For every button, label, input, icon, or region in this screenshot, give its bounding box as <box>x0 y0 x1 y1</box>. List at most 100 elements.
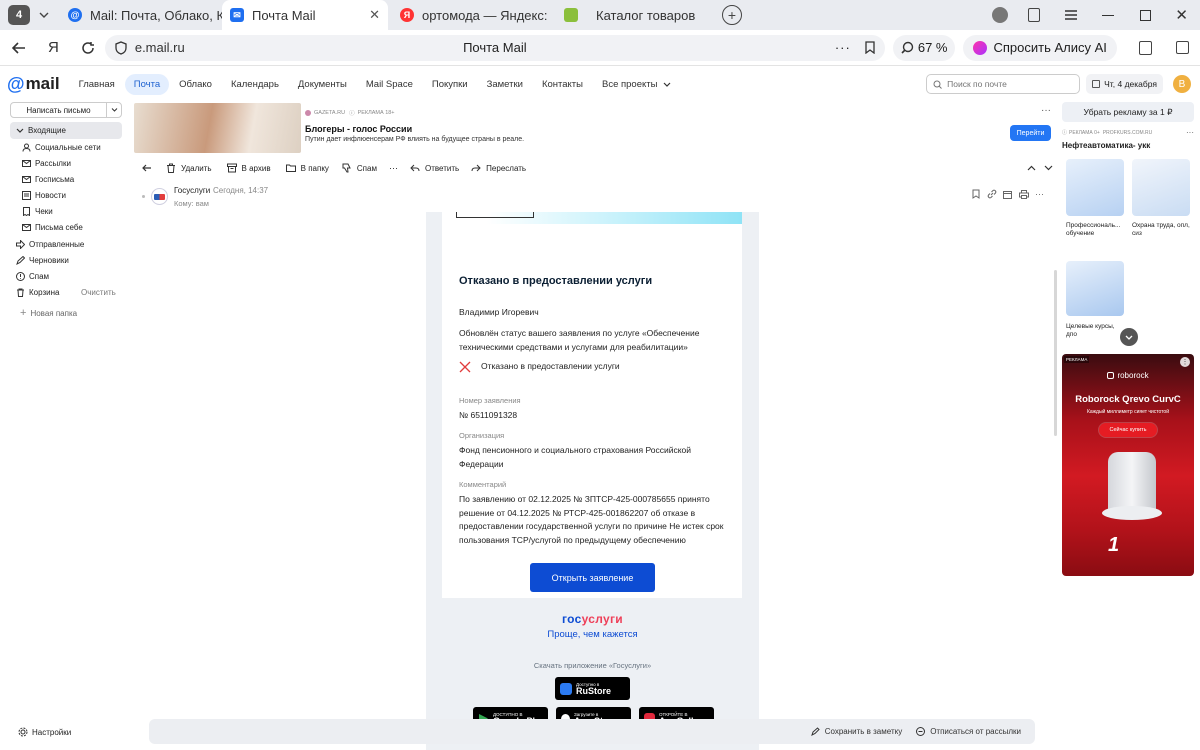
remove-ads-button[interactable]: Убрать рекламу за 1 ₽ <box>1062 102 1194 122</box>
more-dots-icon[interactable]: ··· <box>835 40 851 55</box>
sender-avatar[interactable] <box>151 188 168 205</box>
extensions-icon[interactable] <box>1175 41 1189 54</box>
print-icon[interactable] <box>1019 189 1029 199</box>
roborock-logo: roborock <box>1062 371 1194 380</box>
brand-gos: гос <box>562 612 582 626</box>
reload-icon[interactable] <box>81 41 95 55</box>
close-window-icon[interactable]: ✕ <box>1175 6 1188 24</box>
nav-contacts[interactable]: Контакты <box>533 74 592 95</box>
delete-button[interactable]: Удалить <box>166 163 212 173</box>
profile-icon[interactable] <box>992 7 1009 23</box>
mail-logo[interactable]: @ mail <box>7 74 60 95</box>
banner-go-button[interactable]: Перейти <box>1010 125 1051 141</box>
alice-button[interactable]: Спросить Алису AI <box>963 34 1117 61</box>
clear-trash-link[interactable]: Очистить <box>81 288 116 297</box>
tab-catalog[interactable]: Каталог товаров <box>556 0 716 30</box>
more-dots-icon[interactable]: ··· <box>1035 189 1044 199</box>
menu-icon[interactable] <box>1064 9 1078 21</box>
calendar-icon[interactable] <box>1003 190 1012 199</box>
thumb-down-icon <box>342 163 351 173</box>
folder-inbox[interactable]: Входящие <box>10 122 122 139</box>
ad-more-icon[interactable]: ··· <box>1186 128 1194 137</box>
settings-button[interactable]: Настройки <box>18 724 71 740</box>
sender-name[interactable]: Госуслуги <box>174 186 210 195</box>
back-arrow-icon[interactable] <box>12 41 26 54</box>
folder-spam[interactable]: Спам <box>16 268 126 284</box>
folder-gov[interactable]: Госписьма <box>22 171 122 187</box>
tab-pochta-mail[interactable]: ✉ Почта Mail ✕ <box>222 0 388 30</box>
reply-button[interactable]: Ответить <box>410 163 459 173</box>
save-to-note-button[interactable]: Сохранить в заметку <box>810 727 902 736</box>
more-actions-button[interactable]: ··· <box>389 163 398 173</box>
folder-drafts[interactable]: Черновики <box>16 252 126 268</box>
yandex-logo-icon[interactable]: Я <box>48 39 59 56</box>
restore-icon[interactable] <box>1140 9 1152 21</box>
next-message-chevron-down-icon[interactable] <box>1044 165 1053 171</box>
course-thumb-1[interactable] <box>1066 159 1124 216</box>
course-thumb-2[interactable] <box>1132 159 1190 216</box>
date-widget[interactable]: Чт, 4 декабря <box>1086 74 1163 94</box>
archive-button[interactable]: В архив <box>226 163 271 173</box>
new-folder-button[interactable]: + Новая папка <box>20 305 77 321</box>
roborock-ad[interactable]: РЕКЛАМА ⋮ roborock Roborock Qrevo CurvC … <box>1062 354 1194 576</box>
banner-more-icon[interactable]: ··· <box>1041 105 1051 116</box>
nav-mail[interactable]: Почта <box>124 73 170 95</box>
folder-news[interactable]: Новости <box>22 187 122 203</box>
banner-ad[interactable]: GAZETA.RU ⓘ РЕКЛАМА 18+ Блогеры - голос … <box>134 103 1053 153</box>
unsubscribe-button[interactable]: Отписаться от рассылки <box>916 727 1021 736</box>
scrollbar[interactable] <box>1054 270 1057 436</box>
site-security-icon[interactable] <box>115 40 127 55</box>
nav-documents[interactable]: Документы <box>289 74 356 95</box>
tab-label: Mail: Почта, Облако, Кале <box>90 7 222 23</box>
tab-list-chevron-icon[interactable] <box>34 5 54 25</box>
roborock-more-icon[interactable]: ⋮ <box>1180 357 1190 367</box>
search-input[interactable] <box>947 79 1068 89</box>
folder-receipts[interactable]: Чеки <box>22 203 122 219</box>
tab-close-icon[interactable]: ✕ <box>369 7 380 23</box>
gosuslugi-brand[interactable]: госуслуги <box>426 612 759 626</box>
folder-newsletters[interactable]: Рассылки <box>22 155 122 171</box>
expand-chevron-down-icon[interactable] <box>1120 328 1138 346</box>
tab-yandex[interactable]: Я ортомода — Яндекс: наш <box>392 0 552 30</box>
forward-button[interactable]: Переслать <box>471 163 526 173</box>
minimize-icon[interactable] <box>1102 14 1115 16</box>
nav-notes[interactable]: Заметки <box>478 74 532 95</box>
move-to-folder-button[interactable]: В папку <box>285 163 329 173</box>
back-arrow-icon[interactable] <box>142 164 152 172</box>
avatar[interactable]: В <box>1173 75 1191 93</box>
bookmark-icon[interactable] <box>865 41 875 54</box>
nav-mail-space[interactable]: Mail Space <box>357 74 422 95</box>
downloads-icon[interactable] <box>1138 40 1152 55</box>
nav-cloud[interactable]: Облако <box>170 74 221 95</box>
nav-home[interactable]: Главная <box>70 74 124 95</box>
course-thumb-3[interactable] <box>1066 261 1124 316</box>
compose-button[interactable]: Написать письмо <box>11 103 107 117</box>
spam-button[interactable]: Спам <box>342 163 377 173</box>
chevron-down-icon[interactable] <box>663 82 671 87</box>
gear-icon <box>18 727 28 737</box>
collections-icon[interactable] <box>1028 8 1041 22</box>
folder-sent[interactable]: Отправленные <box>16 236 126 252</box>
tab-count-badge[interactable]: 4 <box>8 5 30 25</box>
rustore-badge[interactable]: Доступно в RuStore <box>555 677 630 700</box>
link-icon[interactable] <box>987 189 997 199</box>
address-field[interactable]: e.mail.ru Почта Mail ··· <box>104 34 885 61</box>
zoom-indicator[interactable]: 67 % <box>892 34 956 61</box>
folder-self[interactable]: Письма себе <box>22 219 122 235</box>
nav-purchases[interactable]: Покупки <box>423 74 477 95</box>
unread-dot[interactable] <box>142 195 145 198</box>
folder-social[interactable]: Социальные сети <box>22 139 122 155</box>
bookmark-icon[interactable] <box>972 189 980 199</box>
nav-all-projects[interactable]: Все проекты <box>593 74 666 95</box>
prev-message-chevron-up-icon[interactable] <box>1027 165 1036 171</box>
course-ad[interactable]: ⓘ РЕКЛАМА 0+ PROFKURS.COM.RU ··· Нефтеав… <box>1062 128 1194 348</box>
open-application-button[interactable]: Открыть заявление <box>530 563 655 592</box>
new-tab-plus-icon[interactable]: + <box>722 5 742 25</box>
tab-mail-main[interactable]: @ Mail: Почта, Облако, Кале <box>60 0 222 30</box>
comment-text: По заявлению от 02.12.2025 № ЗПТСР-425-0… <box>459 494 724 545</box>
compose-options-chevron-icon[interactable] <box>107 103 121 117</box>
mail-search-field[interactable] <box>926 74 1081 94</box>
nav-calendar[interactable]: Календарь <box>222 74 288 95</box>
folder-trash[interactable]: Корзина Очистить <box>16 284 126 300</box>
roborock-buy-button[interactable]: Сейчас купить <box>1099 423 1157 437</box>
